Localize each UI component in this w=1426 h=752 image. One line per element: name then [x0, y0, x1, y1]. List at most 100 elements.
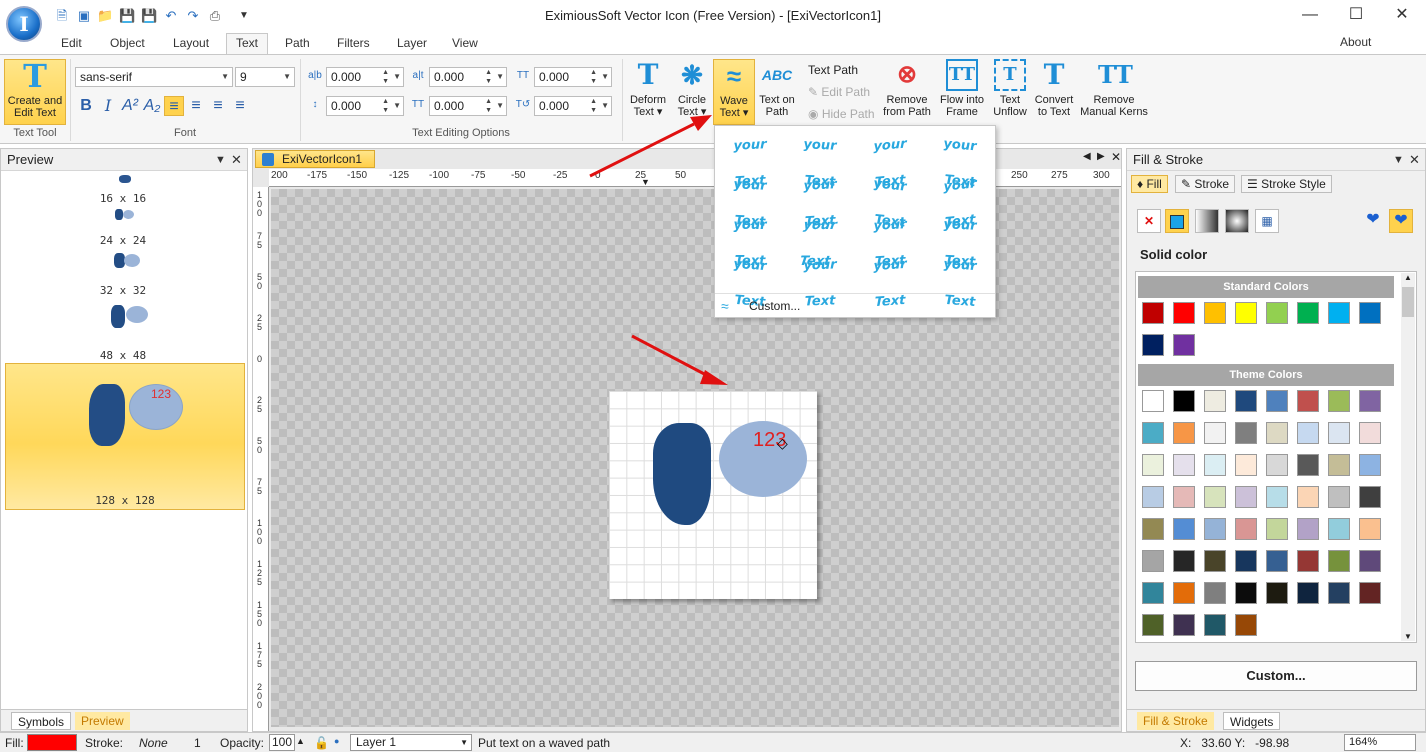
color-swatch[interactable]: [1235, 518, 1257, 540]
tab-filters[interactable]: Filters: [337, 36, 370, 50]
close-button[interactable]: ✕: [1382, 4, 1422, 28]
letter-spacing-input[interactable]: 0.000 ▲ ▼ ▼: [326, 67, 404, 87]
tab-stroke[interactable]: ✎ Stroke: [1175, 175, 1236, 193]
color-swatch[interactable]: [1142, 422, 1164, 444]
wave-preset-16[interactable]: your Text: [927, 246, 993, 310]
opacity-input[interactable]: 100: [269, 734, 295, 751]
close-document-icon[interactable]: ✕: [1111, 150, 1121, 164]
tab-view[interactable]: View: [452, 36, 478, 50]
radial-gradient-button[interactable]: [1225, 209, 1249, 233]
color-swatch[interactable]: [1235, 550, 1257, 572]
color-swatch[interactable]: [1297, 422, 1319, 444]
color-swatch[interactable]: [1173, 454, 1195, 476]
chevron-down-icon[interactable]: ▼: [601, 68, 609, 86]
color-swatch[interactable]: [1142, 334, 1164, 356]
color-swatch[interactable]: [1173, 334, 1195, 356]
document-tab[interactable]: ExiVectorIcon1: [255, 150, 375, 168]
create-edit-text-button[interactable]: T Create and Edit Text: [4, 59, 66, 125]
color-swatch[interactable]: [1204, 422, 1226, 444]
tab-layout[interactable]: Layout: [173, 36, 209, 50]
color-swatch[interactable]: [1142, 614, 1164, 636]
color-swatch[interactable]: [1297, 486, 1319, 508]
linear-gradient-button[interactable]: [1195, 209, 1219, 233]
color-swatch[interactable]: [1359, 454, 1381, 476]
color-swatch[interactable]: [1297, 550, 1319, 572]
spin-arrows-icon[interactable]: ▲ ▼: [590, 97, 597, 115]
color-swatch[interactable]: [1359, 518, 1381, 540]
panel-close-icon[interactable]: ✕: [231, 149, 242, 171]
tab-scroll-right-icon[interactable]: ▶: [1097, 151, 1105, 162]
color-swatch[interactable]: [1359, 390, 1381, 412]
text-unflow-button[interactable]: T Text Unflow: [990, 59, 1030, 125]
remove-manual-kerns-button[interactable]: TT Remove Manual Kerns: [1078, 59, 1150, 125]
color-swatch[interactable]: [1328, 390, 1350, 412]
edit-path-button[interactable]: ✎ Edit Path: [808, 85, 870, 99]
spin-arrows-icon[interactable]: ▲ ▼: [485, 97, 492, 115]
app-logo[interactable]: I: [6, 6, 42, 42]
color-swatch[interactable]: [1235, 486, 1257, 508]
scroll-thumb[interactable]: [1402, 287, 1414, 317]
circle-text-button[interactable]: ❋ Circle Text ▾: [672, 59, 712, 125]
pattern-button[interactable]: ▦: [1255, 209, 1279, 233]
color-swatch[interactable]: [1266, 486, 1288, 508]
no-paint-button[interactable]: ✕: [1137, 209, 1161, 233]
color-swatch[interactable]: [1359, 550, 1381, 572]
color-swatch[interactable]: [1328, 302, 1350, 324]
panel-menu-icon[interactable]: ▼: [215, 149, 226, 171]
color-swatch[interactable]: [1328, 486, 1350, 508]
tab-layer[interactable]: Layer: [397, 36, 427, 50]
wave-preset-2[interactable]: your Text: [787, 126, 853, 190]
convert-to-text-button[interactable]: T Convert to Text: [1032, 59, 1076, 125]
color-swatch[interactable]: [1266, 390, 1288, 412]
tab-widgets[interactable]: Widgets: [1223, 712, 1281, 730]
preview-128-selected[interactable]: 123 128 x 128: [5, 363, 245, 510]
chevron-down-icon[interactable]: ▼: [393, 97, 401, 115]
color-swatch[interactable]: [1328, 550, 1350, 572]
wave-custom-menu-item[interactable]: ≈ Custom...: [715, 293, 995, 317]
wave-preset-9[interactable]: your Text: [717, 208, 783, 269]
wave-preset-3[interactable]: your Text: [857, 125, 923, 191]
color-swatch[interactable]: [1142, 518, 1164, 540]
color-swatch[interactable]: [1297, 302, 1319, 324]
wave-preset-5[interactable]: your Text: [717, 166, 783, 230]
color-swatch[interactable]: [1142, 486, 1164, 508]
chevron-down-icon[interactable]: ▼: [496, 68, 504, 86]
color-swatch[interactable]: [1266, 422, 1288, 444]
chevron-down-icon[interactable]: ▼: [393, 68, 401, 86]
color-swatch[interactable]: [1173, 550, 1195, 572]
tab-text[interactable]: Text: [226, 33, 269, 54]
color-swatch[interactable]: [1173, 614, 1195, 636]
deform-text-button[interactable]: T Deform Text ▾: [626, 59, 670, 125]
tab-fill-and-stroke[interactable]: Fill & Stroke: [1137, 712, 1214, 730]
color-swatch[interactable]: [1328, 582, 1350, 604]
tab-scroll-left-icon[interactable]: ◀: [1083, 151, 1091, 162]
wave-preset-14[interactable]: your Text: [787, 247, 853, 309]
swatch-scrollbar[interactable]: ▲ ▼: [1401, 273, 1415, 641]
color-swatch[interactable]: [1359, 486, 1381, 508]
color-swatch[interactable]: [1142, 454, 1164, 476]
color-swatch[interactable]: [1204, 582, 1226, 604]
color-swatch[interactable]: [1297, 518, 1319, 540]
color-swatch[interactable]: [1235, 302, 1257, 324]
color-swatch[interactable]: [1204, 390, 1226, 412]
color-swatch[interactable]: [1359, 422, 1381, 444]
color-swatch[interactable]: [1235, 454, 1257, 476]
rotation-input[interactable]: 0.000 ▲ ▼ ▼: [534, 96, 612, 116]
tab-fill[interactable]: ♦ Fill: [1131, 175, 1168, 193]
align-left-button[interactable]: ≡: [164, 96, 184, 116]
text-on-path-button[interactable]: ABC Text on Path: [757, 59, 797, 125]
layer-select[interactable]: Layer 1 ▼: [350, 734, 472, 751]
color-swatch[interactable]: [1173, 302, 1195, 324]
color-swatch[interactable]: [1142, 550, 1164, 572]
color-swatch[interactable]: [1204, 614, 1226, 636]
color-swatch[interactable]: [1204, 454, 1226, 476]
color-swatch[interactable]: [1204, 550, 1226, 572]
justify-button[interactable]: ≡: [230, 96, 250, 116]
tab-path[interactable]: Path: [285, 36, 310, 50]
wave-preset-4[interactable]: your Text: [927, 125, 993, 191]
color-swatch[interactable]: [1235, 582, 1257, 604]
tab-preview[interactable]: Preview: [75, 712, 130, 730]
shape-dark-blue[interactable]: [653, 423, 711, 525]
line-spacing-input[interactable]: 0.000 ▲ ▼ ▼: [326, 96, 404, 116]
color-swatch[interactable]: [1328, 422, 1350, 444]
